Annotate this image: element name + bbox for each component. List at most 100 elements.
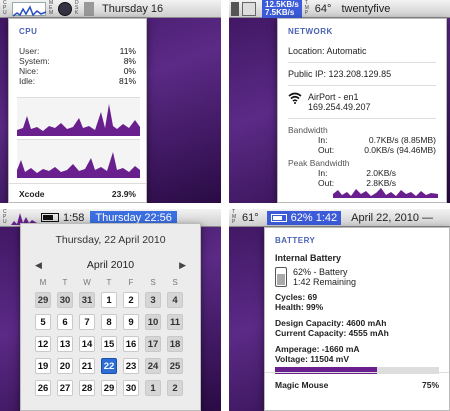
cpu-menu-graph[interactable]: [12, 1, 47, 17]
cpu-dropdown-panel: CPU User: 11% System: 8% Nice: 0% Idle: 81% …: [8, 18, 147, 203]
public-ip-label: Public IP: 123.208.129.85: [288, 69, 392, 79]
calendar-day[interactable]: 2: [123, 292, 139, 308]
battery-menu-text: 62% 1:42: [290, 211, 338, 224]
cpu-core1-graph: [17, 97, 140, 136]
battery-remaining-text: 1:42 Remaining: [293, 277, 357, 287]
temp-menu-label: TMP: [232, 209, 237, 225]
menubar-clock[interactable]: Thursday 16: [102, 3, 163, 15]
calendar-day[interactable]: 16: [123, 336, 139, 352]
calendar-day[interactable]: 31: [79, 292, 95, 308]
cpu-monitor-view: CPU MEM DSK Thursday 16 CPU User: 11% Sys…: [0, 0, 221, 203]
calendar-day[interactable]: 18: [167, 336, 183, 352]
battery-title: BATTERY: [275, 236, 316, 245]
disk-menu-icon[interactable]: [84, 1, 94, 16]
cpu-core2-graph: [17, 139, 140, 178]
bandwidth-in-row: In: 0.7KB/s (8.85MB): [318, 135, 436, 145]
weekday-header: S: [150, 278, 156, 287]
calendar-day[interactable]: 24: [145, 358, 161, 374]
battery-menu-item[interactable]: 62% 1:42: [266, 210, 342, 225]
calendar-day[interactable]: 23: [123, 358, 139, 374]
month-label: April 2010: [86, 259, 135, 271]
calendar-day[interactable]: 28: [79, 380, 95, 396]
temperature-reading[interactable]: 61°: [242, 212, 259, 224]
health-label: Health: 99%: [275, 302, 324, 312]
process-cpu-value: 23.9%: [111, 189, 136, 199]
network-activity-graph: [333, 184, 438, 198]
battery-percent-text: 62% - Battery: [293, 267, 348, 277]
interface-name: AirPort - en1: [308, 92, 359, 102]
calendar-day[interactable]: 3: [145, 292, 161, 308]
battery-icon: [270, 213, 287, 222]
cpu-nice-row: Nice: 0%: [19, 66, 136, 76]
internal-battery-label: Internal Battery: [275, 253, 342, 263]
battery-monitor-view: TMP 61° 62% 1:42 April 22, 2010 — BATTER…: [229, 209, 450, 411]
calendar-day[interactable]: 11: [167, 314, 183, 330]
design-capacity-label: Design Capacity: 4600 mAh: [275, 318, 387, 328]
weekday-header: T: [62, 278, 68, 287]
network-speed-badge[interactable]: 12.5KB/s 7.5KB/s: [262, 0, 302, 18]
amperage-label: Amperage: -1660 mA: [275, 344, 360, 354]
calendar-day[interactable]: 29: [101, 380, 117, 396]
calendar-day[interactable]: 1: [101, 292, 117, 308]
calendar-day[interactable]: 8: [101, 314, 117, 330]
battery-dropdown-panel: BATTERY Internal Battery 62% - Battery 1…: [264, 227, 450, 411]
wifi-icon: [288, 92, 302, 106]
calendar-dropdown-panel: Thursday, 22 April 2010 ◀ April 2010 ▶ M…: [20, 223, 201, 411]
calendar-day[interactable]: 30: [123, 380, 139, 396]
network-monitor-view: 12.5KB/s 7.5KB/s TMP 64° twentyfive NETW…: [229, 0, 450, 203]
calendar-day[interactable]: 9: [123, 314, 139, 330]
peak-bandwidth-title: Peak Bandwidth: [288, 158, 350, 168]
calendar-day[interactable]: 12: [35, 336, 51, 352]
menubar-time[interactable]: 1:58: [63, 212, 84, 224]
menu-bar: 12.5KB/s 7.5KB/s TMP 64° twentyfive: [229, 0, 450, 18]
calendar-day[interactable]: 17: [145, 336, 161, 352]
peak-in-row: In: 2.0KB/s: [318, 168, 396, 178]
calendar-day[interactable]: 30: [57, 292, 73, 308]
network-menu-icon[interactable]: [242, 1, 256, 16]
calendar-day[interactable]: 7: [79, 314, 95, 330]
calendar-day[interactable]: 13: [57, 336, 73, 352]
calendar-day[interactable]: 1: [145, 380, 161, 396]
memory-pie-icon[interactable]: [58, 1, 72, 16]
temperature-reading[interactable]: 64°: [315, 3, 332, 15]
full-date-header: Thursday, 22 April 2010: [55, 234, 166, 246]
network-title: NETWORK: [288, 27, 333, 36]
weekday-header: F: [128, 278, 134, 287]
menubar-date[interactable]: April 22, 2010 —: [351, 212, 433, 224]
calendar-day[interactable]: 5: [35, 314, 51, 330]
calendar-day[interactable]: 4: [167, 292, 183, 308]
battery-menu-icon[interactable]: [41, 213, 59, 222]
calendar-day[interactable]: 14: [79, 336, 95, 352]
location-label: Location: Automatic: [288, 46, 367, 56]
calendar-day[interactable]: 10: [145, 314, 161, 330]
next-month-arrow[interactable]: ▶: [179, 260, 186, 271]
calendar-day[interactable]: 21: [79, 358, 95, 374]
temp-menu-label: TMP: [304, 0, 309, 16]
cpu-menu-label: CPU: [3, 0, 7, 16]
network-dropdown-panel: NETWORK Location: Automatic Public IP: 1…: [277, 18, 447, 203]
calendar-day[interactable]: 6: [57, 314, 73, 330]
weekday-header: M: [39, 278, 47, 287]
calendar-day[interactable]: 2: [167, 380, 183, 396]
calendar-day[interactable]: 15: [101, 336, 117, 352]
calendar-day[interactable]: 25: [167, 358, 183, 374]
download-speed: 7.5KB/s: [265, 7, 295, 17]
cycles-label: Cycles: 69: [275, 292, 318, 302]
calendar-day[interactable]: 29: [35, 292, 51, 308]
peripheral-battery-row: Magic Mouse 75%: [275, 380, 439, 390]
cpu-system-row: System: 8%: [19, 56, 136, 66]
weekday-header: S: [172, 278, 178, 287]
device-name: Magic Mouse: [275, 380, 329, 390]
calendar-day[interactable]: 26: [35, 380, 51, 396]
weekday-header: T: [106, 278, 112, 287]
calendar-day[interactable]: 19: [35, 358, 51, 374]
bandwidth-title: Bandwidth: [288, 125, 328, 135]
bandwidth-out-row: Out: 0.0KB/s (94.46MB): [318, 145, 436, 155]
calendar-day[interactable]: 27: [57, 380, 73, 396]
calendar-day[interactable]: 20: [57, 358, 73, 374]
top-process-row: Xcode 23.9%: [19, 189, 136, 199]
calendar-day-today[interactable]: 22: [101, 358, 117, 374]
disk-menu-icon[interactable]: [231, 1, 239, 16]
voltage-label: Voltage: 11504 mV: [275, 354, 350, 364]
menubar-clock[interactable]: twentyfive: [341, 3, 390, 15]
